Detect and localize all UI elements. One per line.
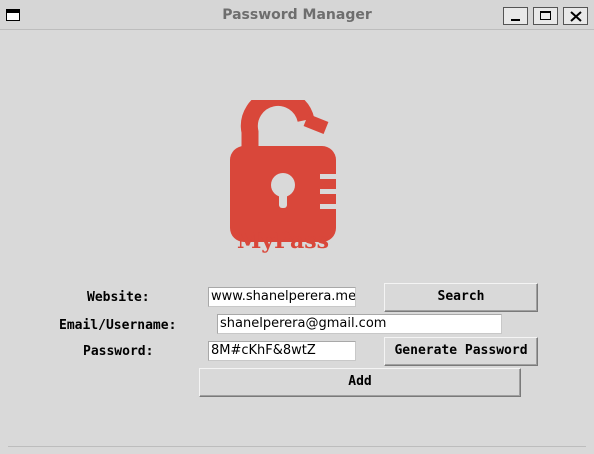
password-label: Password:: [83, 344, 154, 359]
search-button[interactable]: Search: [384, 283, 538, 312]
email-label: Email/Username:: [59, 318, 177, 333]
email-input[interactable]: shanelperera@gmail.com: [217, 314, 502, 334]
mypass-logo: MyPass: [228, 88, 338, 260]
close-button[interactable]: [563, 7, 588, 25]
password-input[interactable]: 8M#cKhF&8wtZ: [208, 341, 356, 361]
logo-text: MyPass: [236, 228, 330, 254]
generate-password-button[interactable]: Generate Password: [384, 337, 538, 366]
minimize-button[interactable]: [503, 7, 528, 25]
title-bar[interactable]: Password Manager: [0, 0, 594, 30]
add-button[interactable]: Add: [199, 368, 521, 397]
close-icon: [570, 11, 582, 22]
app-window: Password Manager MyPass Website: www.sha…: [0, 0, 594, 454]
window-bottom-edge: [8, 446, 586, 447]
maximize-button[interactable]: [533, 7, 558, 25]
website-input[interactable]: www.shanelperera.me: [208, 287, 356, 307]
website-label: Website:: [87, 290, 150, 305]
